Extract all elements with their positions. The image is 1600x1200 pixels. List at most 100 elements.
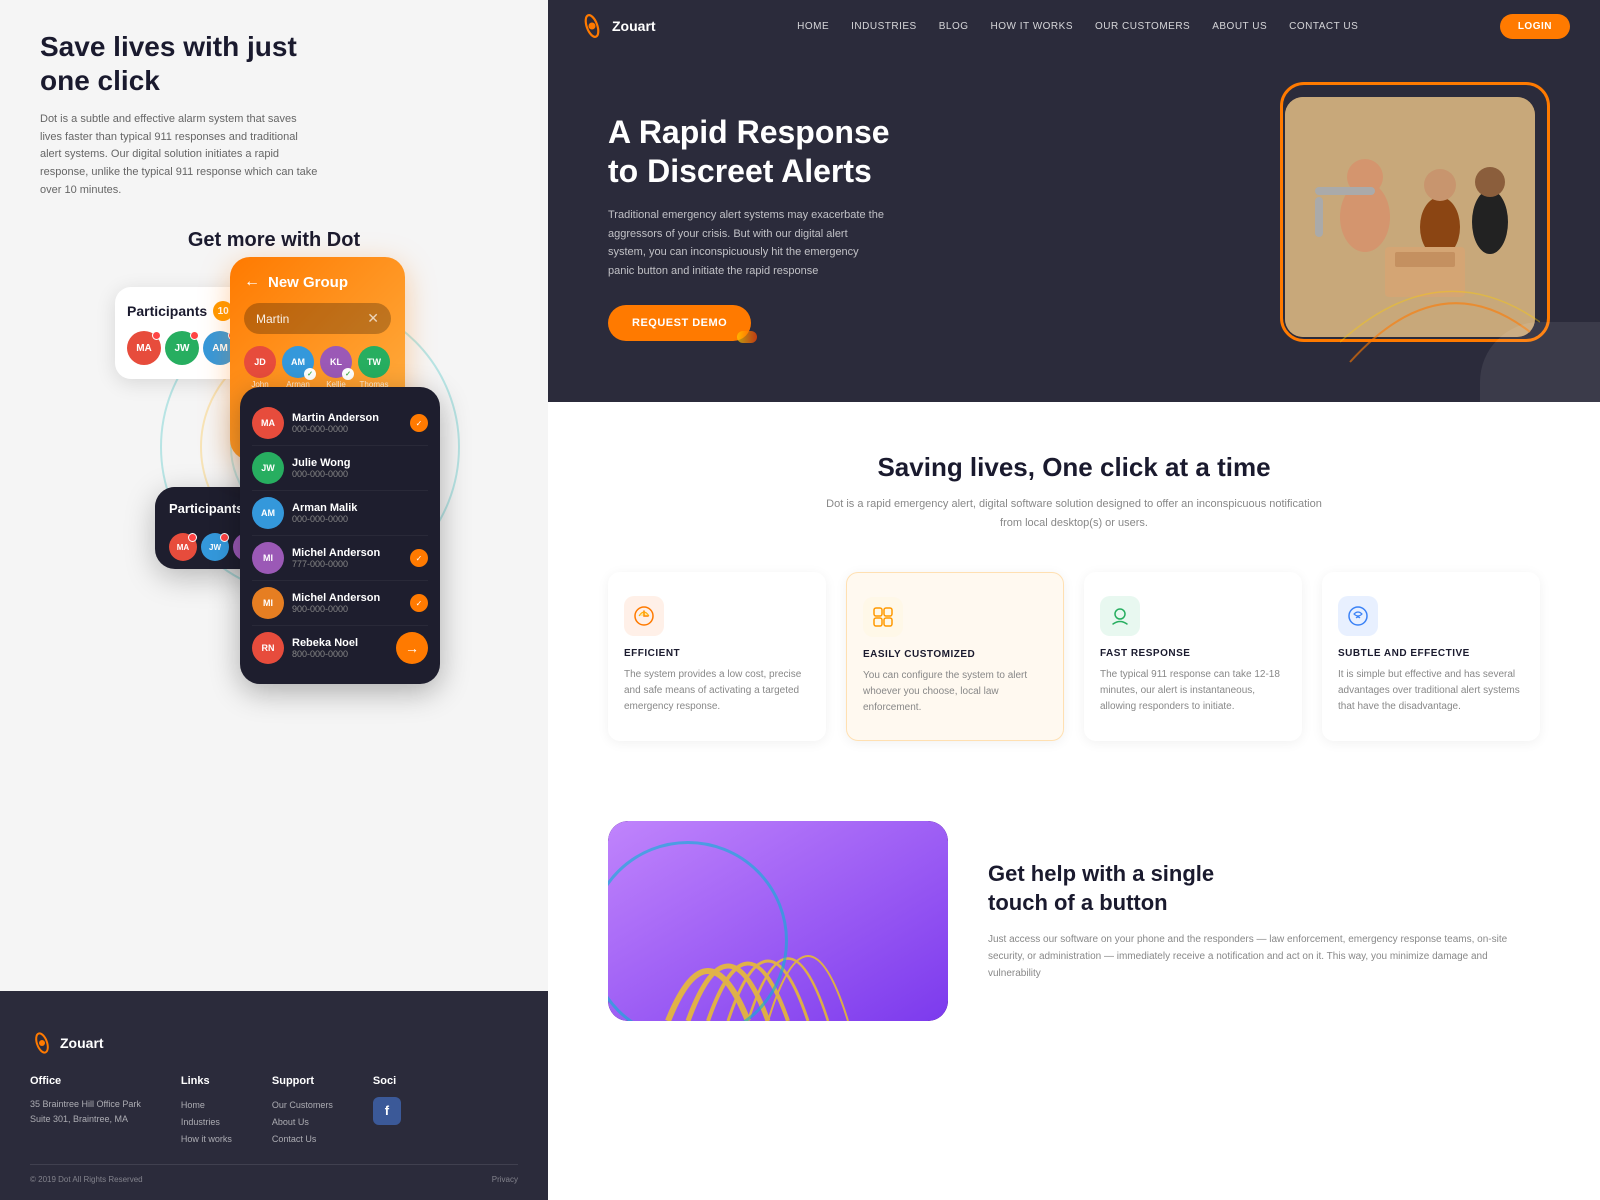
contact-check-michel1: ✓ bbox=[410, 549, 428, 567]
facebook-icon[interactable]: f bbox=[373, 1097, 401, 1125]
get-help-description: Just access our software on your phone a… bbox=[988, 931, 1540, 982]
feature-fast: FAST RESPONSE The typical 911 response c… bbox=[1084, 572, 1302, 741]
contact-avatar-martin: MA bbox=[252, 407, 284, 439]
new-group-search[interactable]: Martin ✕ bbox=[244, 303, 391, 334]
rebeka-arrow-btn[interactable]: → bbox=[396, 632, 428, 664]
footer-links-title: Links bbox=[181, 1075, 232, 1087]
nav-blog[interactable]: BLOG bbox=[939, 21, 969, 32]
footer-support-title: Support bbox=[272, 1075, 333, 1087]
hero-title: A Rapid Response to Discreet Alerts bbox=[608, 113, 890, 190]
footer-link-how[interactable]: How it works bbox=[181, 1131, 232, 1148]
footer-support-col: Support Our Customers About Us Contact U… bbox=[272, 1075, 333, 1148]
participants-front-label: Participants bbox=[169, 501, 243, 516]
footer-links-col: Links Home Industries How it works bbox=[181, 1075, 232, 1148]
get-help-content: Get help with a single touch of a button… bbox=[988, 860, 1540, 982]
nav-contact-us[interactable]: CONTACT US bbox=[1289, 21, 1358, 32]
left-panel: Save lives with just one click Dot is a … bbox=[0, 0, 548, 1200]
footer-logo-text: Zouart bbox=[60, 1035, 104, 1051]
footer-logo-icon bbox=[30, 1031, 54, 1055]
footer-columns-left: Office 35 Braintree Hill Office ParkSuit… bbox=[30, 1075, 518, 1148]
hero-image-area bbox=[1250, 82, 1550, 362]
ng-avatar-kellie: KL✓ bbox=[320, 346, 352, 378]
feature-customized: EASILY CUSTOMIZED You can configure the … bbox=[846, 572, 1064, 741]
hero-section: A Rapid Response to Discreet Alerts Trad… bbox=[548, 52, 1600, 402]
contact-avatar-michel2: MI bbox=[252, 587, 284, 619]
nav-how-it-works[interactable]: HOW IT WORKS bbox=[991, 21, 1073, 32]
footer-support-customers[interactable]: Our Customers bbox=[272, 1097, 333, 1114]
feature-customized-desc: You can configure the system to alert wh… bbox=[863, 668, 1047, 716]
participants-back-label: Participants bbox=[127, 303, 207, 319]
contact-avatar-michel1: MI bbox=[252, 542, 284, 574]
get-more-title: Get more with Dot bbox=[0, 229, 548, 252]
footer-link-home[interactable]: Home bbox=[181, 1097, 232, 1114]
customized-icon bbox=[863, 597, 903, 637]
feature-subtle-title: SUBTLE AND EFFECTIVE bbox=[1338, 648, 1524, 659]
nav-our-customers[interactable]: OUR CUSTOMERS bbox=[1095, 21, 1190, 32]
contact-row-michel1: MI Michel Anderson 777-000-0000 ✓ bbox=[252, 536, 428, 581]
back-arrow-icon[interactable]: ← bbox=[244, 273, 260, 291]
footer-copyright: © 2019 Dot All Rights Reserved bbox=[30, 1175, 143, 1184]
footer-office-col: Office 35 Braintree Hill Office ParkSuit… bbox=[30, 1075, 141, 1148]
contact-check-martin: ✓ bbox=[410, 414, 428, 432]
contact-check-michel2: ✓ bbox=[410, 594, 428, 612]
left-top-section: Save lives with just one click Dot is a … bbox=[0, 0, 548, 219]
footer-link-industries[interactable]: Industries bbox=[181, 1114, 232, 1131]
feature-subtle-desc: It is simple but effective and has sever… bbox=[1338, 667, 1524, 715]
ng-avatar-arman: AM✓ bbox=[282, 346, 314, 378]
contact-row-michel2: MI Michel Anderson 900-000-0000 ✓ bbox=[252, 581, 428, 626]
nav-about-us[interactable]: ABOUT US bbox=[1212, 21, 1267, 32]
left-headline: Save lives with just one click bbox=[40, 30, 508, 97]
feature-efficient: EFFICIENT The system provides a low cost… bbox=[608, 572, 826, 741]
nav-logo-icon bbox=[578, 12, 606, 40]
ng-avatar-thomas: TW bbox=[358, 346, 390, 378]
efficient-icon bbox=[624, 596, 664, 636]
footer-bottom: © 2019 Dot All Rights Reserved Privacy bbox=[30, 1164, 518, 1184]
saving-section: Saving lives, One click at a time Dot is… bbox=[548, 402, 1600, 781]
feature-fast-desc: The typical 911 response can take 12-18 … bbox=[1100, 667, 1286, 715]
contact-avatar-julie: JW bbox=[252, 452, 284, 484]
get-more-section: Get more with Dot bbox=[0, 219, 548, 257]
avatar-2: JW bbox=[165, 331, 199, 365]
ng-avatar-john: JD bbox=[244, 346, 276, 378]
search-x-icon: ✕ bbox=[367, 310, 379, 327]
nav-industries[interactable]: INDUSTRIES bbox=[851, 21, 917, 32]
new-group-title: New Group bbox=[268, 274, 348, 291]
feature-customized-title: EASILY CUSTOMIZED bbox=[863, 649, 1047, 660]
contact-row-arman-dark: AM Arman Malik 000-000-0000 bbox=[252, 491, 428, 536]
left-footer: Zouart Office 35 Braintree Hill Office P… bbox=[0, 991, 548, 1200]
navbar: Zouart HOME INDUSTRIES BLOG HOW IT WORKS… bbox=[548, 0, 1600, 52]
contact-avatar-arman: AM bbox=[252, 497, 284, 529]
nav-logo: Zouart bbox=[578, 12, 656, 40]
get-help-image bbox=[608, 821, 948, 1021]
footer-social-col: Soci f bbox=[373, 1075, 401, 1148]
feature-fast-title: FAST RESPONSE bbox=[1100, 648, 1286, 659]
contacts-list-card: MA Martin Anderson 000-000-0000 ✓ JW Jul… bbox=[240, 387, 440, 684]
get-help-section: Get help with a single touch of a button… bbox=[548, 781, 1600, 1061]
contact-row-martin-dark: MA Martin Anderson 000-000-0000 ✓ bbox=[252, 401, 428, 446]
avatar-1: MA bbox=[127, 331, 161, 365]
footer-privacy: Privacy bbox=[492, 1175, 518, 1184]
features-grid: EFFICIENT The system provides a low cost… bbox=[608, 572, 1540, 741]
contact-row-rebeka: RN Rebeka Noel 800-000-0000 → bbox=[252, 626, 428, 670]
footer-support-contact[interactable]: Contact Us bbox=[272, 1131, 333, 1148]
saving-title: Saving lives, One click at a time bbox=[608, 452, 1540, 483]
footer-support-about[interactable]: About Us bbox=[272, 1114, 333, 1131]
hero-content: A Rapid Response to Discreet Alerts Trad… bbox=[608, 113, 890, 341]
feature-efficient-desc: The system provides a low cost, precise … bbox=[624, 667, 810, 715]
hero-description: Traditional emergency alert systems may … bbox=[608, 206, 888, 281]
left-description: Dot is a subtle and effective alarm syst… bbox=[40, 111, 320, 199]
nav-logo-text: Zouart bbox=[612, 18, 656, 34]
footer-social-title: Soci bbox=[373, 1075, 401, 1087]
feature-subtle: SUBTLE AND EFFECTIVE It is simple but ef… bbox=[1322, 572, 1540, 741]
saving-description: Dot is a rapid emergency alert, digital … bbox=[824, 495, 1324, 532]
login-button[interactable]: LOGIN bbox=[1500, 14, 1570, 39]
contact-row-julie-dark: JW Julie Wong 000-000-0000 bbox=[252, 446, 428, 491]
right-panel: Zouart HOME INDUSTRIES BLOG HOW IT WORKS… bbox=[548, 0, 1600, 1200]
request-demo-button[interactable]: REQUEST DEMO bbox=[608, 305, 751, 341]
footer-logo-left: Zouart bbox=[30, 1031, 518, 1055]
get-help-title: Get help with a single touch of a button bbox=[988, 860, 1540, 917]
feature-efficient-title: EFFICIENT bbox=[624, 648, 810, 659]
nav-home[interactable]: HOME bbox=[797, 21, 829, 32]
footer-office-address: 35 Braintree Hill Office ParkSuite 301, … bbox=[30, 1097, 141, 1128]
nav-links: HOME INDUSTRIES BLOG HOW IT WORKS OUR CU… bbox=[797, 21, 1358, 32]
